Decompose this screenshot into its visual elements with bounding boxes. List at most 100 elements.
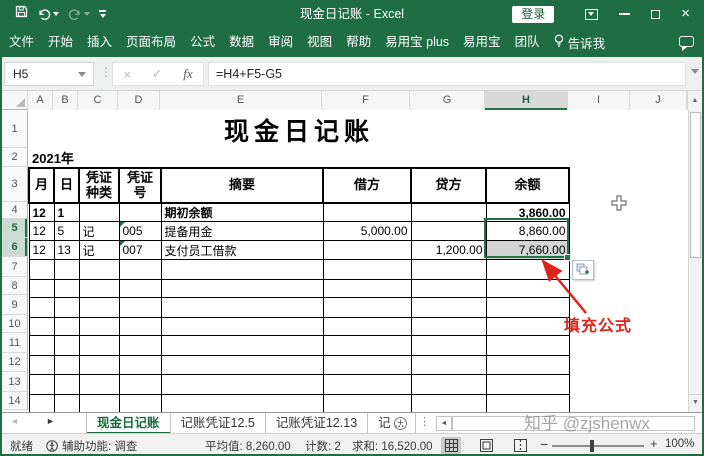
col-header-j[interactable]: J (630, 91, 687, 110)
col-header-e[interactable]: E (160, 91, 322, 110)
row-header-8[interactable]: 8 (2, 277, 28, 295)
new-sheet-button[interactable]: + (394, 417, 407, 430)
cell-balance-h6-selected[interactable]: 7,660.00 (486, 241, 569, 260)
ribbon-display-options-icon[interactable] (585, 9, 598, 20)
ribbon-tab-insert[interactable]: 插入 (80, 28, 119, 57)
zoom-in-button[interactable]: + (650, 436, 658, 451)
col-header-b[interactable]: B (53, 91, 78, 110)
cell-day[interactable]: 1 (54, 203, 79, 222)
minimize-button[interactable] (619, 13, 630, 15)
cell-voucher-no[interactable]: 005 (119, 222, 161, 241)
insert-function-icon[interactable]: fx (183, 66, 192, 82)
comment-icon[interactable] (679, 36, 694, 47)
login-button[interactable]: 登录 (512, 6, 554, 23)
col-header-d[interactable]: D (118, 91, 160, 110)
undo-button[interactable] (37, 8, 59, 21)
page-layout-view-button[interactable] (476, 437, 496, 454)
name-box-dropdown-icon[interactable] (78, 72, 86, 77)
autofill-options-button[interactable] (572, 260, 594, 280)
vertical-scroll-up-button[interactable]: ▲ (687, 91, 702, 110)
ribbon-tab-view[interactable]: 视图 (300, 28, 339, 57)
page-break-view-button[interactable] (510, 437, 530, 454)
ribbon-tab-page-layout[interactable]: 页面布局 (119, 28, 183, 57)
ribbon-tab-yiyongbao-plus[interactable]: 易用宝 plus (378, 28, 456, 57)
cell-voucher-no[interactable]: 007 (119, 241, 161, 260)
row-header-7[interactable]: 7 (2, 257, 28, 277)
col-header-h-selected[interactable]: H (485, 91, 568, 110)
sheet-tab-more-icon[interactable]: ⋮ (419, 415, 430, 428)
zoom-slider-thumb[interactable] (590, 440, 594, 452)
sheet-tab-voucher-12-5[interactable]: 记账凭证12.5 (171, 413, 266, 434)
header-credit[interactable]: 贷方 (411, 168, 486, 203)
row-header-1[interactable]: 1 (2, 111, 28, 148)
cell-debit[interactable] (323, 241, 411, 260)
ribbon-tab-formulas[interactable]: 公式 (183, 28, 222, 57)
redo-dropdown-caret[interactable] (84, 12, 90, 16)
customize-qat-button[interactable] (99, 10, 106, 18)
row-header-14[interactable]: 14 (2, 392, 28, 410)
normal-view-button[interactable] (441, 437, 461, 454)
ribbon-tab-file[interactable]: 文件 (2, 28, 41, 57)
cell-day[interactable]: 5 (54, 222, 79, 241)
save-icon[interactable] (15, 5, 28, 23)
header-day[interactable]: 日 (54, 168, 79, 203)
cell-month[interactable]: 12 (29, 241, 54, 260)
cell-voucher-no[interactable] (119, 203, 161, 222)
row-header-12[interactable]: 12 (2, 353, 28, 372)
sheet-tab-voucher-12-13[interactable]: 记账凭证12.13 (266, 413, 368, 434)
cell-summary[interactable]: 支付员工借款 (161, 241, 323, 260)
sheet-tab-cash-journal[interactable]: 现金日记账 (86, 413, 171, 434)
year-label[interactable]: 2021年 (29, 148, 569, 168)
header-balance[interactable]: 余额 (486, 168, 569, 203)
undo-dropdown-caret[interactable] (53, 12, 59, 16)
horizontal-scroll-left-button[interactable]: ◄ (436, 416, 452, 431)
fill-handle[interactable] (564, 254, 571, 261)
cell-balance-h5-active[interactable]: 8,860.00 (486, 222, 569, 241)
enter-icon[interactable]: ✓ (152, 66, 163, 82)
cell-day[interactable]: 13 (54, 241, 79, 260)
cell-summary[interactable]: 期初余额 (161, 203, 323, 222)
zoom-level[interactable]: 100% (665, 438, 694, 450)
row-header-6-selected[interactable]: 6 (2, 238, 28, 257)
col-header-f[interactable]: F (322, 91, 410, 110)
sheet-nav-left-icon[interactable]: ◄ (10, 416, 19, 426)
header-voucher-no[interactable]: 凭证号 (119, 168, 161, 203)
header-voucher-type[interactable]: 凭证种类 (79, 168, 119, 203)
ribbon-tab-yiyongbao[interactable]: 易用宝 (456, 28, 508, 57)
cancel-icon[interactable]: × (123, 67, 131, 82)
header-month[interactable]: 月 (29, 168, 54, 203)
redo-button[interactable] (68, 8, 90, 21)
cell-credit[interactable]: 1,200.00 (411, 241, 486, 260)
row-header-9[interactable]: 9 (2, 295, 28, 315)
formula-bar-expand-icon[interactable] (691, 69, 699, 74)
header-summary[interactable]: 摘要 (161, 168, 323, 203)
col-header-a[interactable]: A (28, 91, 53, 110)
formula-input[interactable]: =H4+F5-G5 (208, 62, 686, 86)
close-button[interactable]: × (681, 0, 690, 28)
ribbon-tab-review[interactable]: 审阅 (261, 28, 300, 57)
col-header-i[interactable]: I (568, 91, 630, 110)
row-header-13[interactable]: 13 (2, 372, 28, 392)
tell-me-box[interactable]: 告诉我 (547, 33, 613, 52)
cell-credit[interactable] (411, 203, 486, 222)
col-header-g[interactable]: G (410, 91, 485, 110)
row-header-3[interactable]: 3 (2, 167, 28, 202)
sheet-nav-right-icon[interactable]: ► (46, 416, 55, 426)
maximize-button[interactable] (651, 10, 660, 19)
ribbon-tab-help[interactable]: 帮助 (339, 28, 378, 57)
cell-balance-h4[interactable]: 3,860.00 (486, 203, 569, 222)
row-header-11[interactable]: 11 (2, 333, 28, 353)
vertical-scroll-down-button[interactable]: ▼ (689, 394, 702, 410)
cell-month[interactable]: 12 (29, 222, 54, 241)
select-all-corner[interactable] (2, 91, 28, 109)
cell-summary[interactable]: 提备用金 (161, 222, 323, 241)
cell-credit[interactable] (411, 222, 486, 241)
ribbon-tab-team[interactable]: 团队 (508, 28, 547, 57)
row-header-5-selected[interactable]: 5 (2, 219, 28, 238)
cell-voucher-type[interactable] (79, 203, 119, 222)
ribbon-tab-home[interactable]: 开始 (41, 28, 80, 57)
cell-month[interactable]: 12 (29, 203, 54, 222)
cell-voucher-type[interactable]: 记 (79, 241, 119, 260)
worksheet-title[interactable]: 现金日记账 (29, 111, 569, 148)
ribbon-tab-data[interactable]: 数据 (222, 28, 261, 57)
